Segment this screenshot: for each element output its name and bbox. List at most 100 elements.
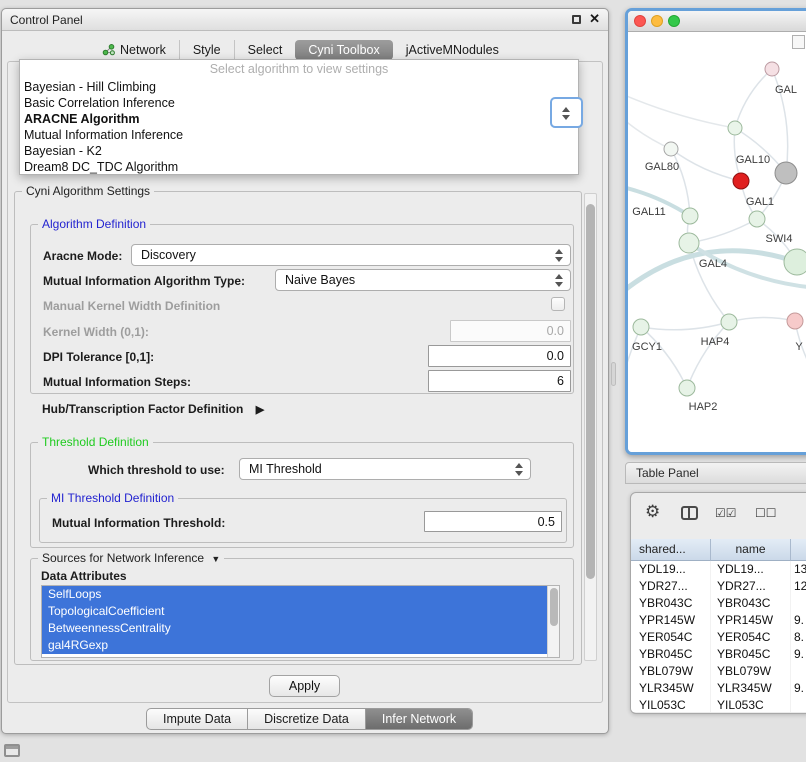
network-node[interactable] (775, 162, 797, 184)
cyni-mode-tabs: Impute Data Discretize Data Infer Networ… (146, 708, 473, 730)
table-cell: YLR345W (631, 680, 711, 697)
tab-infer-network[interactable]: Infer Network (365, 709, 472, 729)
network-edge[interactable] (689, 219, 757, 243)
minimized-panel-icon[interactable] (4, 744, 20, 757)
network-node-gal11[interactable] (682, 208, 698, 224)
network-window-titlebar[interactable] (628, 11, 806, 32)
data-attributes-list[interactable]: SelfLoopsTopologicalCoefficientBetweenne… (41, 585, 560, 658)
algorithm-definition-title: Algorithm Definition (38, 217, 150, 231)
minimize-traffic-light-icon[interactable] (651, 15, 663, 27)
collapse-down-icon[interactable]: ▼ (211, 554, 220, 564)
table-row[interactable]: YBR043CYBR043C (631, 595, 806, 612)
network-edge[interactable] (641, 322, 729, 330)
manual-kernel-width-checkbox[interactable] (551, 297, 565, 311)
tab-impute-data[interactable]: Impute Data (147, 709, 247, 729)
attribute-item[interactable]: gal4RGexp (42, 637, 549, 654)
network-node-swi4[interactable] (784, 249, 806, 275)
sources-group-title[interactable]: Sources for Network Inference ▼ (38, 551, 224, 565)
table-cell: 9. (791, 612, 806, 629)
network-edge[interactable] (641, 327, 687, 388)
algorithm-option-6[interactable]: Dream8 DC_TDC Algorithm (20, 159, 578, 175)
table-row[interactable]: YBR045CYBR045C9. (631, 646, 806, 663)
mi-steps-input[interactable] (428, 370, 571, 392)
network-node[interactable] (728, 121, 742, 135)
mi-threshold-input[interactable] (424, 511, 562, 532)
tab-select[interactable]: Select (234, 40, 296, 60)
tab-discretize-data[interactable]: Discretize Data (247, 709, 365, 729)
deselect-all-icon[interactable]: ☐☐ (755, 506, 777, 520)
column-header-extra[interactable] (791, 539, 806, 561)
close-traffic-light-icon[interactable] (634, 15, 646, 27)
algorithm-select-button[interactable] (550, 97, 583, 128)
sources-title-label: Sources for Network Inference (42, 551, 204, 565)
network-node-gal10[interactable] (733, 173, 749, 189)
table-cell: 8. (791, 629, 806, 646)
network-edge[interactable] (671, 149, 741, 181)
algorithm-option-2[interactable]: Basic Correlation Inference (20, 95, 578, 111)
select-all-icon[interactable]: ☑☑ (715, 506, 737, 520)
network-edge[interactable] (628, 90, 735, 128)
scrollbar-thumb[interactable] (586, 204, 595, 579)
scrollbar-thumb[interactable] (550, 588, 558, 626)
tab-network[interactable]: Network (89, 40, 179, 60)
algorithm-option-3[interactable]: ARACNE Algorithm (20, 111, 578, 127)
settings-scrollbar[interactable] (584, 193, 597, 661)
attributes-list-scrollbar[interactable] (547, 586, 559, 657)
table-cell: YBL079W (631, 663, 711, 680)
dropdown-arrows-icon (515, 463, 524, 476)
network-node-gal1[interactable] (749, 211, 765, 227)
float-panel-icon[interactable] (572, 15, 581, 24)
kernel-width-input[interactable] (450, 320, 571, 342)
column-header-shared-name[interactable]: shared... (631, 539, 711, 561)
network-edge[interactable] (735, 69, 772, 128)
mi-algorithm-type-select[interactable]: Naive Bayes (275, 269, 571, 291)
tab-jactivemnodules[interactable]: jActiveMNodules (393, 40, 512, 60)
zoom-traffic-light-icon[interactable] (668, 15, 680, 27)
table-cell (791, 663, 806, 680)
network-edge[interactable] (628, 110, 671, 149)
network-node-gal4[interactable] (679, 233, 699, 253)
network-node-gal[interactable] (765, 62, 779, 76)
attribute-item[interactable]: SelfLoops (42, 586, 549, 603)
which-threshold-select[interactable]: MI Threshold (239, 458, 531, 480)
network-node-gcy1[interactable] (633, 319, 649, 335)
network-edge[interactable] (729, 317, 795, 322)
network-node-gal80[interactable] (664, 142, 678, 156)
attribute-item[interactable]: BetweennessCentrality (42, 620, 549, 637)
tab-cyni-toolbox[interactable]: Cyni Toolbox (295, 40, 392, 60)
expand-right-icon[interactable]: ▶ (256, 404, 264, 416)
network-canvas[interactable]: GALGAL80GAL10GAL11GAL1SWI4GAL4GCY1HAP4YH… (628, 32, 806, 452)
column-header-name[interactable]: name (711, 539, 791, 561)
network-node-hap2[interactable] (679, 380, 695, 396)
table-row[interactable]: YBL079WYBL079W (631, 663, 806, 680)
algorithm-option-1[interactable]: Bayesian - Hill Climbing (20, 79, 578, 95)
table-row[interactable]: YDR27...YDR27...12 (631, 578, 806, 595)
table-row[interactable]: YIL053CYIL053C (631, 697, 806, 712)
network-node-y[interactable] (787, 313, 803, 329)
hub-transcription-factor-section[interactable]: Hub/Transcription Factor Definition ▶ (42, 402, 264, 416)
table-header: shared... name (631, 539, 806, 561)
gear-icon[interactable]: ⚙ (645, 502, 660, 522)
columns-icon[interactable] (681, 506, 698, 520)
apply-button[interactable]: Apply (269, 675, 340, 697)
table-row[interactable]: YER054CYER054C8. (631, 629, 806, 646)
close-panel-icon[interactable]: ✕ (589, 11, 600, 27)
attribute-item[interactable]: TopologicalCoefficient (42, 603, 549, 620)
table-cell: YER054C (711, 629, 791, 646)
tab-label: Style (193, 40, 221, 60)
tab-style[interactable]: Style (179, 40, 234, 60)
aracne-mode-select[interactable]: Discovery (131, 244, 571, 266)
table-row[interactable]: YDL19...YDL19...13 (631, 561, 806, 578)
network-edge[interactable] (628, 327, 641, 410)
node-label: GAL11 (632, 206, 665, 218)
network-edge[interactable] (687, 322, 729, 388)
table-row[interactable]: YLR345WYLR345W9. (631, 680, 806, 697)
dpi-tolerance-input[interactable] (428, 345, 571, 367)
algorithm-option-5[interactable]: Bayesian - K2 (20, 143, 578, 159)
table-cell: YBR043C (631, 595, 711, 612)
network-node-hap4[interactable] (721, 314, 737, 330)
table-row[interactable]: YPR145WYPR145W9. (631, 612, 806, 629)
algorithm-option-4[interactable]: Mutual Information Inference (20, 127, 578, 143)
splitter-handle[interactable] (611, 362, 616, 386)
node-label: GAL4 (699, 258, 727, 270)
